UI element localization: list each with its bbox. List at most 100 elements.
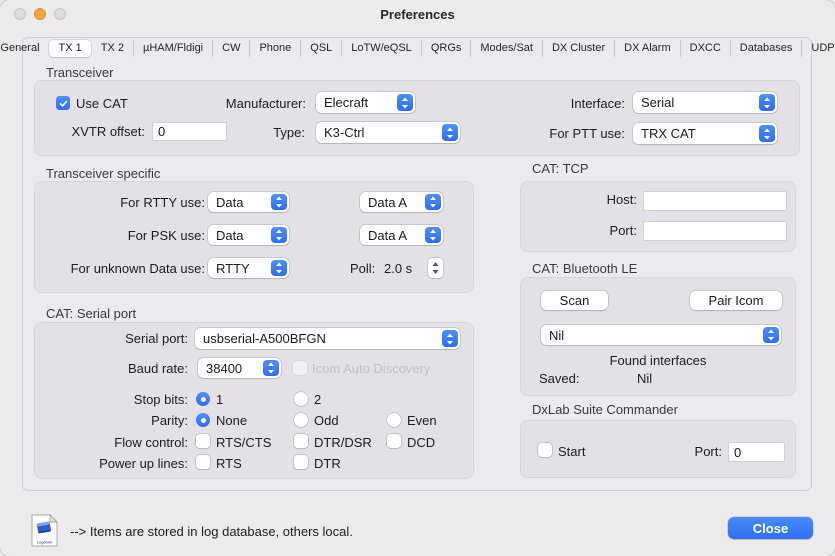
ble-saved-value: Nil	[637, 371, 652, 387]
psk-mode-popup[interactable]: Data	[208, 225, 289, 245]
tab-phone[interactable]: Phone	[249, 40, 300, 57]
popup-chevrons-icon	[425, 194, 441, 210]
tcp-host-label: Host:	[560, 192, 637, 208]
popup-chevrons-icon	[759, 94, 775, 111]
icom-auto-discovery-label: Icom Auto Discovery	[312, 361, 431, 377]
preferences-window: Preferences General TX 1 TX 2 µHAM/Fldig…	[0, 0, 835, 556]
use-cat-checkbox[interactable]	[56, 96, 70, 110]
flow-dcd-label: DCD	[407, 435, 435, 451]
for-ptt-use-popup[interactable]: TRX CAT	[633, 123, 777, 144]
power-rts-checkbox[interactable]	[196, 455, 210, 469]
parity-none-radio[interactable]	[196, 413, 210, 427]
serial-port-popup[interactable]: usbserial-A500BFGN	[195, 328, 460, 349]
popup-chevrons-icon	[397, 94, 413, 111]
ble-saved-label: Saved:	[539, 371, 579, 387]
tab-dx-alarm[interactable]: DX Alarm	[614, 40, 679, 57]
tab-dx-cluster[interactable]: DX Cluster	[542, 40, 614, 57]
footer-note: --> Items are stored in log database, ot…	[70, 524, 353, 539]
tab-qsl[interactable]: QSL	[300, 40, 341, 57]
popup-chevrons-icon	[271, 194, 287, 210]
popup-chevrons-icon	[763, 327, 779, 343]
interface-popup[interactable]: Serial	[633, 92, 777, 113]
stop-bits-2-radio[interactable]	[294, 392, 308, 406]
tab-dxcc[interactable]: DXCC	[680, 40, 730, 57]
parity-even-radio[interactable]	[387, 413, 401, 427]
tab-modes-sat[interactable]: Modes/Sat	[470, 40, 542, 57]
found-interfaces-label: Found interfaces	[520, 353, 796, 369]
dxlab-port-label: Port:	[660, 444, 722, 460]
ble-device-popup[interactable]: Nil	[541, 325, 781, 345]
tab-uham-fldigi[interactable]: µHAM/Fldigi	[133, 40, 212, 57]
type-popup[interactable]: K3-Ctrl	[316, 122, 460, 143]
flow-rtscts-checkbox[interactable]	[196, 434, 210, 448]
popup-chevrons-icon	[442, 124, 458, 141]
xvtr-offset-label: XVTR offset:	[58, 124, 145, 140]
parity-odd-label: Odd	[314, 413, 339, 429]
flow-dcd-checkbox[interactable]	[387, 434, 401, 448]
logbook-file-icon: Logbook	[31, 514, 58, 547]
tab-lotw-eqsl[interactable]: LoTW/eQSL	[341, 40, 421, 57]
parity-label: Parity:	[28, 413, 188, 429]
dxlab-group-title: DxLab Suite Commander	[532, 402, 678, 417]
tab-databases[interactable]: Databases	[730, 40, 802, 57]
rtty-data-sub-popup[interactable]: Data A	[360, 192, 443, 212]
for-unknown-data-use-label: For unknown Data use:	[40, 261, 205, 277]
stop-bits-2-label: 2	[314, 392, 321, 408]
poll-label: Poll:	[350, 261, 375, 277]
for-psk-use-label: For PSK use:	[40, 228, 205, 244]
flow-dtrdsr-label: DTR/DSR	[314, 435, 372, 451]
dxlab-port-field[interactable]	[728, 442, 785, 462]
poll-stepper[interactable]	[428, 258, 443, 278]
stop-bits-1-label: 1	[216, 392, 223, 408]
popup-chevrons-icon	[425, 227, 441, 243]
tcp-port-label: Port:	[560, 223, 637, 239]
tcp-port-field[interactable]	[643, 221, 787, 241]
scan-button[interactable]: Scan	[541, 291, 608, 310]
popup-chevrons-icon	[442, 330, 458, 347]
logbook-icon-label: Logbook	[37, 540, 53, 545]
unknown-data-mode-popup[interactable]: RTTY	[208, 258, 289, 278]
stop-bits-label: Stop bits:	[28, 392, 188, 408]
parity-even-label: Even	[407, 413, 437, 429]
popup-chevrons-icon	[759, 125, 775, 142]
tab-general[interactable]: General	[0, 40, 49, 57]
stop-bits-1-radio[interactable]	[196, 392, 210, 406]
tab-qrgs[interactable]: QRGs	[421, 40, 471, 57]
tab-strip: General TX 1 TX 2 µHAM/Fldigi CW Phone Q…	[28, 39, 807, 57]
popup-chevrons-icon	[271, 227, 287, 243]
manufacturer-popup[interactable]: Elecraft	[316, 92, 415, 113]
for-ptt-use-label: For PTT use:	[535, 126, 625, 142]
transceiver-specific-group-title: Transceiver specific	[46, 166, 160, 181]
parity-none-label: None	[216, 413, 247, 429]
baud-rate-popup[interactable]: 38400	[198, 358, 281, 378]
titlebar: Preferences	[0, 0, 835, 28]
power-dtr-checkbox[interactable]	[294, 455, 308, 469]
icom-auto-discovery-checkbox	[293, 361, 307, 375]
close-button[interactable]: Close	[728, 517, 813, 539]
dxlab-start-label: Start	[558, 444, 585, 460]
psk-data-sub-popup[interactable]: Data A	[360, 225, 443, 245]
parity-odd-radio[interactable]	[294, 413, 308, 427]
use-cat-label: Use CAT	[76, 96, 128, 112]
popup-chevrons-icon	[271, 260, 287, 276]
stepper-arrows-icon	[431, 261, 440, 275]
cat-ble-group-title: CAT: Bluetooth LE	[532, 261, 637, 276]
tab-tx1[interactable]: TX 1	[49, 40, 91, 57]
tab-tx2[interactable]: TX 2	[91, 40, 133, 57]
cat-serial-group-title: CAT: Serial port	[46, 306, 136, 321]
xvtr-offset-field[interactable]	[152, 122, 227, 141]
interface-label: Interface:	[535, 96, 625, 112]
for-rtty-use-label: For RTTY use:	[40, 195, 205, 211]
tcp-host-field[interactable]	[643, 191, 787, 211]
dxlab-start-checkbox[interactable]	[538, 443, 552, 457]
popup-chevrons-icon	[263, 360, 279, 376]
tab-cw[interactable]: CW	[212, 40, 249, 57]
transceiver-group-title: Transceiver	[46, 65, 113, 80]
rtty-mode-popup[interactable]: Data	[208, 192, 289, 212]
flow-dtrdsr-checkbox[interactable]	[294, 434, 308, 448]
checkmark-icon	[58, 98, 69, 109]
tab-udp[interactable]: UDP	[801, 40, 835, 57]
pair-icom-button[interactable]: Pair Icom	[690, 291, 782, 310]
power-dtr-label: DTR	[314, 456, 341, 472]
type-label: Type:	[240, 125, 305, 141]
